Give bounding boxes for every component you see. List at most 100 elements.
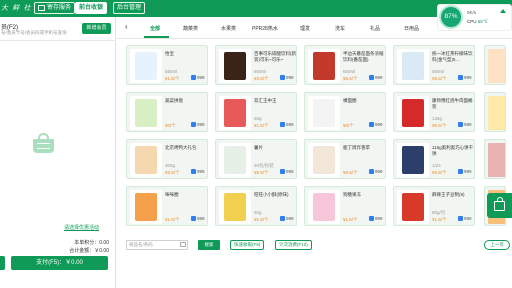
search-button[interactable]: 搜索 bbox=[198, 240, 220, 250]
tab-fruits[interactable]: 水果类 bbox=[221, 25, 236, 32]
stock-icon bbox=[280, 75, 285, 80]
product-card[interactable]: 裸面圈 ¥0/个 999 bbox=[304, 92, 386, 132]
product-card[interactable]: 薯片 50包/份装 ¥5.5/个 999 bbox=[215, 139, 297, 179]
product-card-partial[interactable] bbox=[484, 92, 506, 132]
tab-all[interactable]: 全部 bbox=[150, 25, 160, 32]
product-stock: 999 bbox=[458, 216, 472, 221]
product-price: ¥1.5/个 bbox=[165, 217, 180, 222]
product-card-partial[interactable] bbox=[484, 45, 506, 85]
product-card[interactable]: 统一冰红茶柠檬味饮料(金气型)5… 560ml ¥5.5/个 999 bbox=[393, 45, 475, 85]
product-search-input[interactable]: 商品名/条码 bbox=[126, 240, 188, 250]
product-price: ¥1.5/个 bbox=[432, 217, 447, 222]
product-stock: 999 bbox=[280, 75, 294, 80]
member-search-hint[interactable]: 号/会员卡号/会员码或手机号查询 bbox=[1, 30, 67, 36]
product-stock: 999 bbox=[369, 216, 383, 221]
product-card[interactable]: 麻辣王子豆制(9) 90g/包 ¥1.5/个 999 bbox=[393, 186, 475, 226]
storage-icon bbox=[38, 5, 45, 11]
pay-button[interactable]: 支付(F5)：￥0.00 bbox=[11, 256, 108, 270]
product-card[interactable]: 半边天番茄面条浓缩饮料(番茄面) 600ml ¥5.5/个 999 bbox=[304, 45, 386, 85]
product-name: 狗糖果冻 bbox=[343, 192, 361, 197]
stock-count: 999 bbox=[464, 122, 472, 127]
product-stock: 999 bbox=[369, 169, 383, 174]
product-price: ¥5.5/个 bbox=[343, 76, 358, 81]
back-office-tab[interactable]: 后台管理 bbox=[113, 2, 146, 14]
prev-page-button[interactable]: 上一页 bbox=[484, 240, 510, 250]
product-card[interactable]: 旺旺小小酥(原味) 50g ¥1.5/个 999 bbox=[215, 186, 297, 226]
shopping-bag-button[interactable] bbox=[487, 193, 512, 218]
select-promotion-link[interactable]: 请选择优惠活动 bbox=[64, 224, 99, 231]
add-member-button[interactable]: 新增会员 bbox=[82, 23, 111, 34]
stock-icon bbox=[191, 169, 196, 174]
stock-count: 999 bbox=[375, 122, 383, 127]
product-card[interactable]: 咪咪圈 ¥1.5/个 999 bbox=[126, 186, 208, 226]
product-card[interactable]: 狗糖果冻 ¥1.5/个 999 bbox=[304, 186, 386, 226]
product-spec: 300g bbox=[165, 163, 176, 168]
product-card[interactable]: 康师傅红烧牛肉面桶装 136g ¥5.5/个 999 bbox=[393, 92, 475, 132]
empty-cart-icon bbox=[31, 133, 56, 154]
memory-usage-gauge[interactable]: 87% bbox=[439, 5, 463, 29]
stock-icon bbox=[458, 122, 463, 127]
stock-icon bbox=[458, 216, 463, 221]
product-spec: 555ml bbox=[165, 69, 178, 74]
stock-icon bbox=[191, 122, 196, 127]
product-name: 统一冰红茶柠檬味饮料(金气型)5… bbox=[432, 51, 473, 62]
storage-service-button[interactable]: 寄存服务 bbox=[34, 2, 76, 14]
cart-side-button[interactable] bbox=[0, 256, 5, 270]
product-price: ¥5.5/个 bbox=[165, 170, 180, 175]
product-card[interactable]: 百事可乐碳酸饮料(新装)可乐~可乐~ 600ml ¥3.5/个 999 bbox=[215, 45, 297, 85]
tab-ppr28[interactable]: PPR28热水 bbox=[252, 25, 278, 32]
stock-count: 999 bbox=[197, 169, 205, 174]
stock-count: 999 bbox=[286, 122, 294, 127]
product-image bbox=[219, 96, 251, 130]
stock-icon bbox=[280, 216, 285, 221]
tab-gifts[interactable]: 礼品 bbox=[370, 25, 380, 32]
tab-vegetables[interactable]: 蔬菜类 bbox=[183, 25, 198, 32]
product-image bbox=[130, 96, 162, 130]
product-name: 双汇王中王 bbox=[254, 98, 277, 103]
product-image bbox=[397, 96, 429, 130]
product-name: 康师傅红烧牛肉面桶装 bbox=[432, 98, 473, 109]
cart-panel: 员(F2) 号/会员卡号/会员码或手机号查询 新增会员 请选择优惠活动 本单积分… bbox=[0, 17, 116, 288]
product-name: 怡宝 bbox=[165, 51, 174, 56]
product-name: 百事可乐碳酸饮料(新装)可乐~可乐~ bbox=[254, 51, 296, 62]
product-image bbox=[219, 143, 251, 177]
front-cashier-tab[interactable]: 前台收银 bbox=[75, 2, 108, 14]
tab-carwash[interactable]: 洗车 bbox=[335, 25, 345, 32]
product-card[interactable]: 怡宝 555ml ¥1.5/个 999 bbox=[126, 45, 208, 85]
product-stock: 999 bbox=[458, 169, 472, 174]
product-name: 蔬菜拼盘 bbox=[165, 98, 183, 103]
stock-count: 999 bbox=[375, 75, 383, 80]
product-card[interactable]: 116g奥利奥巧心饼干饼 1/24 ¥5.5/个 999 bbox=[393, 139, 475, 179]
quick-cashier-button[interactable]: 快速收银(F9) bbox=[230, 240, 265, 250]
stock-icon bbox=[458, 169, 463, 174]
product-price: ¥0/个 bbox=[343, 123, 354, 128]
product-name: 咪咪圈 bbox=[165, 192, 179, 197]
product-stock: 999 bbox=[458, 122, 472, 127]
product-image bbox=[397, 49, 429, 83]
tabs-prev-arrow-icon[interactable]: ‹ bbox=[125, 22, 130, 32]
pos-window: 大 鲜 社 寄存服务 前台收银 后台管理 员(F2) 号/会员卡号/会员码或手机… bbox=[0, 0, 512, 288]
product-image bbox=[308, 143, 340, 177]
tab-daily-goods[interactable]: 日用品 bbox=[404, 25, 419, 32]
count-consume-button[interactable]: 计次消费(F10) bbox=[275, 240, 312, 250]
product-card-partial[interactable] bbox=[484, 139, 506, 179]
keyboard-icon[interactable] bbox=[180, 242, 186, 247]
product-price: ¥1.5/个 bbox=[343, 217, 358, 222]
tab-haircut[interactable]: 理发 bbox=[300, 25, 310, 32]
product-image bbox=[130, 143, 162, 177]
product-spec: 1/24 bbox=[432, 163, 441, 168]
product-card[interactable]: 北京烤鸭大礼包 300g ¥5.5/个 999 bbox=[126, 139, 208, 179]
top-bar: 大 鲜 社 寄存服务 前台收银 后台管理 bbox=[0, 0, 512, 17]
product-card[interactable]: 蔬菜拼盘 ¥0/个 999 bbox=[126, 92, 208, 132]
product-stock: 999 bbox=[369, 75, 383, 80]
product-spec: 600ml bbox=[254, 69, 267, 74]
stock-count: 999 bbox=[197, 216, 205, 221]
stock-icon bbox=[369, 122, 374, 127]
product-spec: 600ml bbox=[343, 69, 356, 74]
product-card[interactable]: 鹿丁周炸香苹 ¥5.5/个 999 bbox=[304, 139, 386, 179]
product-name: 北京烤鸭大礼包 bbox=[165, 145, 197, 150]
storage-service-label: 寄存服务 bbox=[47, 5, 72, 11]
stock-count: 999 bbox=[464, 75, 472, 80]
product-stock: 999 bbox=[458, 75, 472, 80]
product-card[interactable]: 双汇王中王 55g ¥1.5/个 999 bbox=[215, 92, 297, 132]
